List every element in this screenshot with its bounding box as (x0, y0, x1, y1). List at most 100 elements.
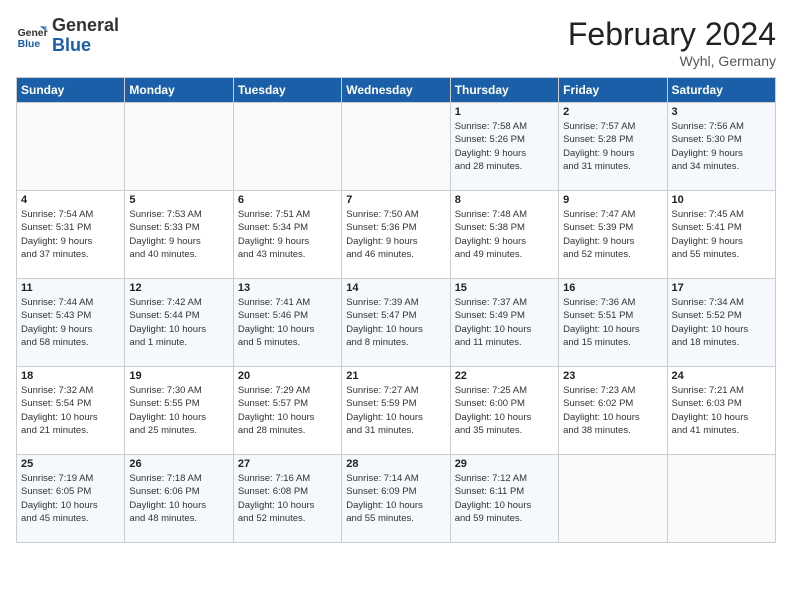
calendar-cell: 13 Sunrise: 7:41 AM Sunset: 5:46 PM Dayli… (233, 279, 341, 367)
day-number: 14 (346, 282, 445, 294)
col-wednesday: Wednesday (342, 78, 450, 103)
logo-icon: General Blue (16, 20, 48, 52)
calendar-cell: 24Sunrise: 7:21 AM Sunset: 6:03 PM Dayli… (667, 367, 775, 455)
day-info: Sunrise: 7:36 AM Sunset: 5:51 PM Dayligh… (563, 296, 662, 349)
calendar-cell: 4 Sunrise: 7:54 AM Sunset: 5:31 PM Daylig… (17, 191, 125, 279)
day-number: 25 (21, 458, 120, 470)
day-info: Sunrise: 7:21 AM Sunset: 6:03 PM Dayligh… (672, 384, 771, 437)
calendar-cell: 16 Sunrise: 7:36 AM Sunset: 5:51 PM Dayli… (559, 279, 667, 367)
calendar-cell: 17 Sunrise: 7:34 AM Sunset: 5:52 PM Dayli… (667, 279, 775, 367)
calendar-cell: 18 Sunrise: 7:32 AM Sunset: 5:54 PM Dayli… (17, 367, 125, 455)
day-number: 26 (129, 458, 228, 470)
day-number: 11 (21, 282, 120, 294)
day-number: 1 (455, 106, 554, 118)
day-info: Sunrise: 7:27 AM Sunset: 5:59 PM Dayligh… (346, 384, 445, 437)
day-number: 8 (455, 194, 554, 206)
calendar-week-4: 25Sunrise: 7:19 AM Sunset: 6:05 PM Dayli… (17, 455, 776, 543)
col-monday: Monday (125, 78, 233, 103)
day-number: 7 (346, 194, 445, 206)
day-number: 21 (346, 370, 445, 382)
calendar-cell: 15 Sunrise: 7:37 AM Sunset: 5:49 PM Dayli… (450, 279, 558, 367)
svg-text:General: General (18, 28, 48, 39)
calendar-cell: 22 Sunrise: 7:25 AM Sunset: 6:00 PM Dayli… (450, 367, 558, 455)
day-info: Sunrise: 7:56 AM Sunset: 5:30 PM Dayligh… (672, 120, 771, 173)
calendar-cell: 7Sunrise: 7:50 AM Sunset: 5:36 PM Daylig… (342, 191, 450, 279)
calendar-cell: 20Sunrise: 7:29 AM Sunset: 5:57 PM Dayli… (233, 367, 341, 455)
calendar-cell: 25Sunrise: 7:19 AM Sunset: 6:05 PM Dayli… (17, 455, 125, 543)
calendar-cell: 5 Sunrise: 7:53 AM Sunset: 5:33 PM Daylig… (125, 191, 233, 279)
day-info: Sunrise: 7:12 AM Sunset: 6:11 PM Dayligh… (455, 472, 554, 525)
day-info: Sunrise: 7:25 AM Sunset: 6:00 PM Dayligh… (455, 384, 554, 437)
calendar-cell (233, 103, 341, 191)
calendar-cell: 12 Sunrise: 7:42 AM Sunset: 5:44 PM Dayli… (125, 279, 233, 367)
col-friday: Friday (559, 78, 667, 103)
day-info: Sunrise: 7:23 AM Sunset: 6:02 PM Dayligh… (563, 384, 662, 437)
day-info: Sunrise: 7:45 AM Sunset: 5:41 PM Dayligh… (672, 208, 771, 261)
day-info: Sunrise: 7:54 AM Sunset: 5:31 PM Dayligh… (21, 208, 120, 261)
svg-text:Blue: Blue (18, 39, 41, 50)
day-number: 15 (455, 282, 554, 294)
calendar-cell: 28Sunrise: 7:14 AM Sunset: 6:09 PM Dayli… (342, 455, 450, 543)
calendar-cell: 26 Sunrise: 7:18 AM Sunset: 6:06 PM Dayli… (125, 455, 233, 543)
logo: General Blue General Blue (16, 16, 119, 56)
day-number: 13 (238, 282, 337, 294)
calendar-cell: 21 Sunrise: 7:27 AM Sunset: 5:59 PM Dayli… (342, 367, 450, 455)
day-info: Sunrise: 7:37 AM Sunset: 5:49 PM Dayligh… (455, 296, 554, 349)
day-info: Sunrise: 7:57 AM Sunset: 5:28 PM Dayligh… (563, 120, 662, 173)
day-info: Sunrise: 7:41 AM Sunset: 5:46 PM Dayligh… (238, 296, 337, 349)
calendar-cell (559, 455, 667, 543)
day-number: 19 (129, 370, 228, 382)
calendar-cell (342, 103, 450, 191)
day-number: 27 (238, 458, 337, 470)
calendar-week-1: 4 Sunrise: 7:54 AM Sunset: 5:31 PM Daylig… (17, 191, 776, 279)
calendar-cell: 8 Sunrise: 7:48 AM Sunset: 5:38 PM Daylig… (450, 191, 558, 279)
col-sunday: Sunday (17, 78, 125, 103)
day-info: Sunrise: 7:47 AM Sunset: 5:39 PM Dayligh… (563, 208, 662, 261)
calendar-cell: 29 Sunrise: 7:12 AM Sunset: 6:11 PM Dayli… (450, 455, 558, 543)
day-number: 10 (672, 194, 771, 206)
col-thursday: Thursday (450, 78, 558, 103)
calendar-cell: 27 Sunrise: 7:16 AM Sunset: 6:08 PM Dayli… (233, 455, 341, 543)
day-info: Sunrise: 7:34 AM Sunset: 5:52 PM Dayligh… (672, 296, 771, 349)
calendar-cell: 14Sunrise: 7:39 AM Sunset: 5:47 PM Dayli… (342, 279, 450, 367)
day-info: Sunrise: 7:30 AM Sunset: 5:55 PM Dayligh… (129, 384, 228, 437)
calendar-cell: 2Sunrise: 7:57 AM Sunset: 5:28 PM Daylig… (559, 103, 667, 191)
day-info: Sunrise: 7:42 AM Sunset: 5:44 PM Dayligh… (129, 296, 228, 349)
col-saturday: Saturday (667, 78, 775, 103)
day-info: Sunrise: 7:48 AM Sunset: 5:38 PM Dayligh… (455, 208, 554, 261)
day-number: 12 (129, 282, 228, 294)
calendar-cell: 23Sunrise: 7:23 AM Sunset: 6:02 PM Dayli… (559, 367, 667, 455)
day-number: 5 (129, 194, 228, 206)
calendar-table: Sunday Monday Tuesday Wednesday Thursday… (16, 77, 776, 543)
day-number: 16 (563, 282, 662, 294)
calendar-cell: 9 Sunrise: 7:47 AM Sunset: 5:39 PM Daylig… (559, 191, 667, 279)
day-number: 17 (672, 282, 771, 294)
day-info: Sunrise: 7:51 AM Sunset: 5:34 PM Dayligh… (238, 208, 337, 261)
col-tuesday: Tuesday (233, 78, 341, 103)
calendar-week-2: 11 Sunrise: 7:44 AM Sunset: 5:43 PM Dayli… (17, 279, 776, 367)
calendar-title: February 2024 (568, 16, 776, 53)
title-block: February 2024 Wyhl, Germany (568, 16, 776, 69)
day-number: 29 (455, 458, 554, 470)
day-info: Sunrise: 7:16 AM Sunset: 6:08 PM Dayligh… (238, 472, 337, 525)
calendar-cell: 11 Sunrise: 7:44 AM Sunset: 5:43 PM Dayli… (17, 279, 125, 367)
header-row: Sunday Monday Tuesday Wednesday Thursday… (17, 78, 776, 103)
day-number: 18 (21, 370, 120, 382)
day-info: Sunrise: 7:32 AM Sunset: 5:54 PM Dayligh… (21, 384, 120, 437)
page-header: General Blue General Blue February 2024 … (16, 16, 776, 69)
day-info: Sunrise: 7:29 AM Sunset: 5:57 PM Dayligh… (238, 384, 337, 437)
day-info: Sunrise: 7:18 AM Sunset: 6:06 PM Dayligh… (129, 472, 228, 525)
calendar-cell (17, 103, 125, 191)
day-info: Sunrise: 7:53 AM Sunset: 5:33 PM Dayligh… (129, 208, 228, 261)
day-number: 6 (238, 194, 337, 206)
calendar-subtitle: Wyhl, Germany (568, 53, 776, 69)
day-number: 22 (455, 370, 554, 382)
calendar-cell: 10 Sunrise: 7:45 AM Sunset: 5:41 PM Dayli… (667, 191, 775, 279)
day-number: 4 (21, 194, 120, 206)
day-number: 9 (563, 194, 662, 206)
day-number: 28 (346, 458, 445, 470)
calendar-cell: 6 Sunrise: 7:51 AM Sunset: 5:34 PM Daylig… (233, 191, 341, 279)
day-info: Sunrise: 7:44 AM Sunset: 5:43 PM Dayligh… (21, 296, 120, 349)
calendar-cell: 1Sunrise: 7:58 AM Sunset: 5:26 PM Daylig… (450, 103, 558, 191)
calendar-cell: 3Sunrise: 7:56 AM Sunset: 5:30 PM Daylig… (667, 103, 775, 191)
